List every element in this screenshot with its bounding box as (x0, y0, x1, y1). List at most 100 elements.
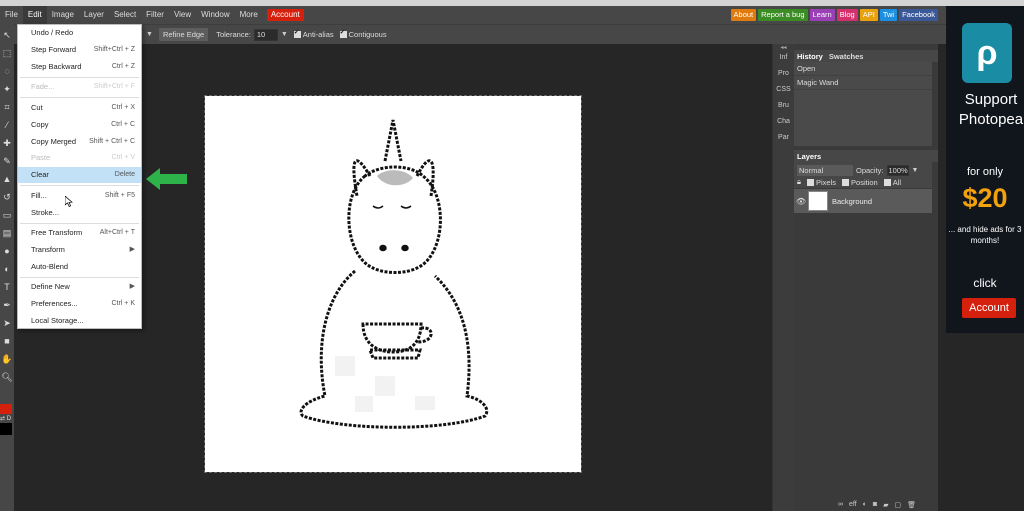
menu-item-shortcut: Ctrl + X (111, 104, 135, 111)
blog-link[interactable]: Blog (836, 9, 858, 21)
menu-view[interactable]: View (169, 6, 196, 24)
eyedropper-tool-icon[interactable]: ⁄ (0, 118, 14, 132)
lock-pixels-checkbox[interactable] (807, 178, 814, 186)
advertisement[interactable]: ρ Support Photopea for only $20 ... and … (946, 6, 1024, 333)
menu-select[interactable]: Select (109, 6, 141, 24)
api-link[interactable]: API (859, 9, 878, 21)
tab-swatches[interactable]: Swatches (829, 52, 864, 61)
new-folder-icon[interactable]: ▰ (883, 501, 888, 509)
marquee-tool-icon[interactable]: ⬚ (0, 46, 14, 60)
layer-row[interactable]: 👁︎ Background (794, 189, 932, 213)
eraser-tool-icon[interactable]: ▭ (0, 208, 14, 222)
tab-info[interactable]: Inf (773, 50, 794, 66)
opacity-input[interactable]: 100% (886, 164, 909, 176)
menu-item-shortcut: Shift+Ctrl + Z (93, 46, 135, 53)
history-item[interactable]: Open (794, 62, 932, 76)
zoom-tool-icon[interactable]: 🔍︎ (0, 370, 14, 384)
menu-item-undo-redo[interactable]: Undo / Redo (18, 25, 141, 41)
menu-edit[interactable]: Edit (22, 6, 47, 24)
visibility-eye-icon[interactable]: 👁︎ (794, 197, 808, 206)
chevron-down-icon[interactable]: ▼ (146, 31, 153, 38)
menu-file[interactable]: File (0, 6, 23, 24)
menu-item-preferences[interactable]: Preferences... Ctrl + K (18, 296, 141, 312)
menu-item-label: Stroke... (31, 208, 59, 217)
menu-layer[interactable]: Layer (79, 6, 109, 24)
menu-image[interactable]: Image (47, 6, 79, 24)
shape-tool-icon[interactable]: ■ (0, 334, 14, 348)
lasso-tool-icon[interactable]: ◌ (0, 64, 14, 78)
menu-item-fill[interactable]: Fill... Shift + F5 (18, 188, 141, 204)
gradient-tool-icon[interactable]: ▤ (0, 226, 14, 240)
document-canvas[interactable] (204, 95, 582, 473)
refine-edge-button[interactable]: Refine Edge (158, 28, 209, 41)
menu-item-copy[interactable]: Copy Ctrl + C (18, 117, 141, 133)
menu-more[interactable]: More (235, 6, 263, 24)
crop-tool-icon[interactable]: ⌗ (0, 100, 14, 114)
about-link[interactable]: About (730, 9, 757, 21)
move-tool-icon[interactable]: ↖ (0, 28, 14, 42)
menu-item-step-backward[interactable]: Step Backward Ctrl + Z (18, 59, 141, 75)
menu-item-stroke[interactable]: Stroke... (18, 205, 141, 221)
anti-alias-checkbox[interactable] (293, 28, 301, 38)
link-layers-icon[interactable]: ∞ (838, 501, 843, 509)
menu-item-copy-merged[interactable]: Copy Merged Shift + Ctrl + C (18, 134, 141, 150)
layer-effects-icon[interactable]: eff (849, 501, 857, 509)
menu-item-shortcut: Ctrl + Z (111, 63, 135, 70)
menu-item-label: Preferences... (31, 299, 78, 308)
blend-mode-select[interactable]: Normal (797, 164, 853, 176)
menu-item-free-transform[interactable]: Free Transform Alt+Ctrl + T (18, 225, 141, 241)
menu-item-transform[interactable]: Transform ▶ (18, 242, 141, 258)
ad-account-button[interactable]: Account (962, 298, 1016, 318)
tab-properties[interactable]: Pro (773, 66, 794, 82)
menu-item-cut[interactable]: Cut Ctrl + X (18, 100, 141, 116)
tab-paragraph[interactable]: Par (773, 130, 794, 146)
menu-item-step-forward[interactable]: Step Forward Shift+Ctrl + Z (18, 42, 141, 58)
adjustment-layer-icon[interactable]: ◐ (863, 501, 867, 509)
contiguous-checkbox[interactable] (339, 28, 347, 38)
dodge-tool-icon[interactable]: ◐ (0, 262, 14, 276)
facebook-link[interactable]: Facebook (899, 9, 938, 21)
magic-wand-tool-icon[interactable]: ✦ (0, 82, 14, 96)
menu-filter[interactable]: Filter (141, 6, 169, 24)
menu-item-auto-blend[interactable]: Auto-Blend (18, 259, 141, 275)
menu-item-fade: Fade... Shift+Ctrl + F (18, 79, 141, 95)
swap-colors-icon[interactable]: ⇄ D (0, 415, 11, 422)
layer-mask-icon[interactable]: ◙ (873, 501, 877, 509)
background-color-swatch[interactable] (0, 423, 12, 435)
history-item[interactable]: Magic Wand (794, 76, 932, 90)
history-brush-tool-icon[interactable]: ↺ (0, 190, 14, 204)
account-button[interactable]: Account (266, 9, 304, 21)
menu-item-local-storage[interactable]: Local Storage... (18, 313, 141, 329)
menu-window[interactable]: Window (196, 6, 234, 24)
tab-layers[interactable]: Layers (797, 152, 821, 161)
tab-character[interactable]: Cha (773, 114, 794, 130)
opacity-dropdown-icon[interactable]: ▼ (912, 167, 919, 174)
brush-tool-icon[interactable]: ✎ (0, 154, 14, 168)
tolerance-dropdown-icon[interactable]: ▼ (281, 31, 288, 38)
lock-all-checkbox[interactable] (883, 178, 891, 186)
learn-link[interactable]: Learn (809, 9, 835, 21)
twitter-link[interactable]: Twi (879, 9, 898, 21)
pen-tool-icon[interactable]: ✒ (0, 298, 14, 312)
delete-layer-icon[interactable]: 🗑︎ (907, 501, 916, 509)
foreground-color-swatch[interactable] (0, 404, 12, 414)
layer-name[interactable]: Background (832, 197, 872, 206)
menu-item-shortcut: Shift + Ctrl + C (89, 138, 135, 145)
stamp-tool-icon[interactable]: ▲ (0, 172, 14, 186)
report-bug-link[interactable]: Report a bug (758, 9, 808, 21)
menu-item-clear[interactable]: Clear Delete (18, 167, 141, 183)
healing-tool-icon[interactable]: ✚ (0, 136, 14, 150)
menu-item-define-new[interactable]: Define New ▶ (18, 279, 141, 295)
layers-panel-header: Layers (794, 150, 938, 162)
lock-position-checkbox[interactable] (842, 178, 850, 186)
blur-tool-icon[interactable]: ● (0, 244, 14, 258)
tab-css[interactable]: CSS (773, 82, 794, 98)
tab-brush[interactable]: Bru (773, 98, 794, 114)
path-select-tool-icon[interactable]: ➤ (0, 316, 14, 330)
new-layer-icon[interactable]: ▢ (895, 501, 902, 509)
menu-item-label: Free Transform (31, 228, 83, 237)
hand-tool-icon[interactable]: ✋ (0, 352, 14, 366)
type-tool-icon[interactable]: T (0, 280, 14, 294)
tolerance-input[interactable]: 10 (253, 28, 278, 41)
tab-history[interactable]: History (797, 52, 823, 61)
